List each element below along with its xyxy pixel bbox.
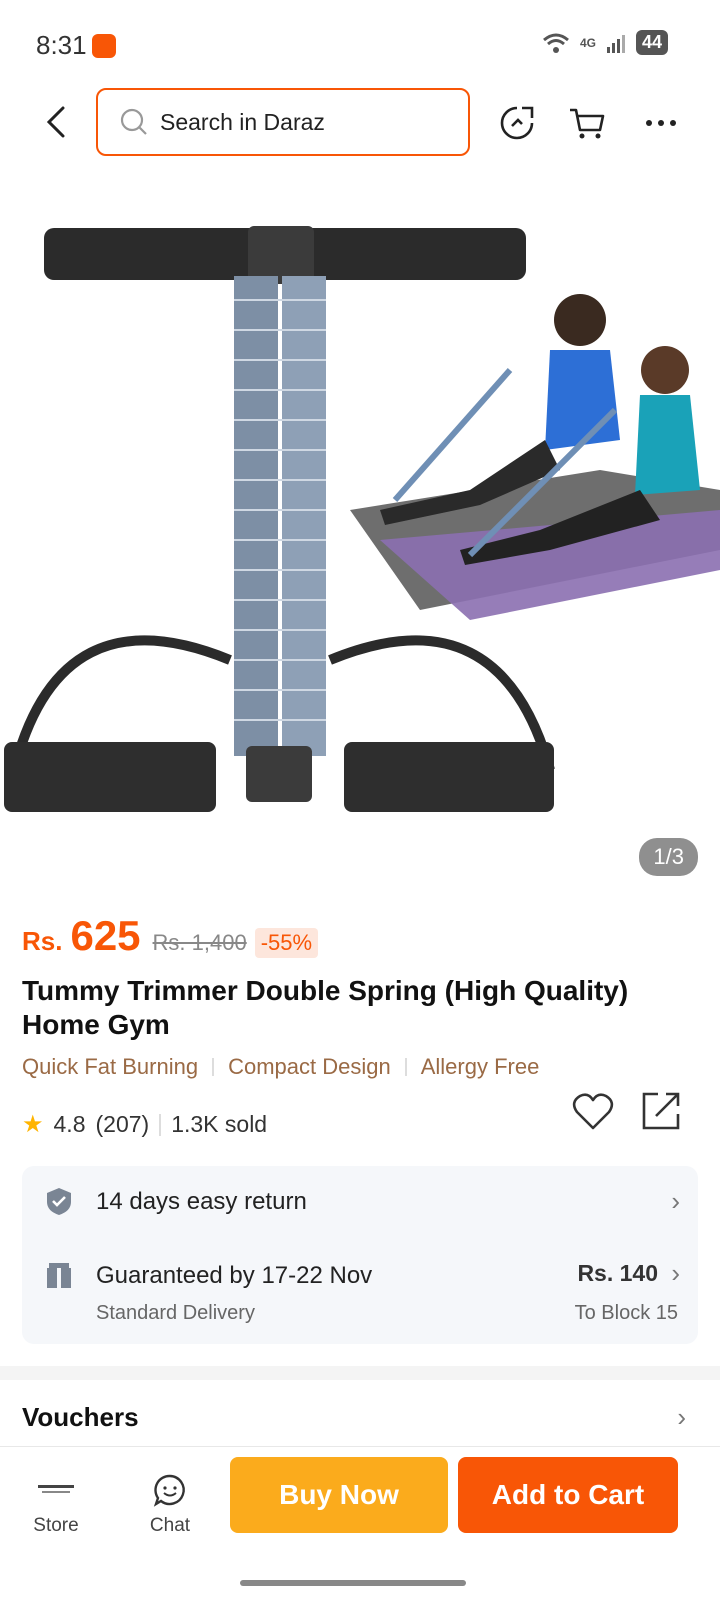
network-label: 4G (579, 35, 596, 50)
rating-value: 4.8 (53, 1111, 86, 1137)
review-count: (207) (95, 1111, 150, 1137)
signal-icon (606, 34, 625, 53)
heart-icon (572, 1093, 614, 1130)
tag-divider (404, 1058, 407, 1076)
product-tags: Quick Fat Burning Compact Design Allergy… (22, 1054, 539, 1080)
price-value: 625 (70, 912, 141, 959)
wifi-icon (542, 33, 569, 53)
add-to-cart-button[interactable]: Add to Cart (458, 1457, 678, 1533)
price-currency: Rs. (22, 926, 63, 956)
product-title: Tummy Trimmer Double Spring (High Qualit… (22, 975, 629, 1040)
price-row: Rs. 625 Rs. 1,400 -55% (22, 912, 319, 960)
home-indicator (240, 1580, 466, 1586)
delivery-date: Guaranteed by 17-22 Nov (96, 1262, 373, 1289)
tag-item: Allergy Free (420, 1054, 540, 1079)
rating-row[interactable]: ★ 4.8 (207) 1.3K sold (22, 1110, 267, 1139)
delivery-price: Rs. 140 (577, 1260, 658, 1286)
star-icon: ★ (22, 1111, 44, 1138)
chat-button[interactable]: Chat (130, 1471, 210, 1537)
back-button[interactable] (34, 100, 78, 144)
product-page: 8:31 4G 44 Search in Daraz 1/3 Rs. 625 R… (0, 0, 720, 1600)
section-divider (0, 1366, 720, 1380)
chevron-right-icon: › (671, 1258, 680, 1288)
status-time: 8:31 (36, 30, 87, 60)
refresh-share-icon (500, 106, 534, 140)
delivery-location: To Block 15 (574, 1302, 678, 1324)
store-label: Store (33, 1515, 79, 1536)
chevron-right-icon: › (671, 1186, 680, 1216)
tag-item: Quick Fat Burning (22, 1054, 199, 1079)
cart-button[interactable] (564, 100, 610, 146)
sold-count: 1.3K sold (171, 1111, 268, 1137)
more-button[interactable] (638, 100, 684, 146)
back-icon (46, 106, 65, 138)
more-icon (646, 120, 676, 126)
status-bar: 8:31 4G 44 (0, 0, 720, 86)
status-icons: 4G 44 (542, 30, 668, 55)
shield-check-icon (47, 1188, 71, 1215)
delivery-type: Standard Delivery (96, 1302, 255, 1324)
history-button[interactable] (494, 100, 540, 146)
product-image (4, 226, 720, 812)
original-price: Rs. 1,400 (152, 930, 247, 955)
service-card: 14 days easy return › Guaranteed by 17-2… (22, 1166, 698, 1344)
image-counter: 1/3 (639, 838, 698, 876)
vouchers-title[interactable]: Vouchers (22, 1402, 139, 1433)
delivery-box-icon (47, 1263, 71, 1288)
share-icon (642, 1092, 680, 1130)
delivery-row[interactable]: Guaranteed by 17-22 Nov Standard Deliver… (22, 1246, 698, 1344)
search-icon (120, 108, 147, 135)
chat-icon (153, 1474, 185, 1507)
share-button[interactable] (640, 1090, 686, 1136)
bottom-action-bar: Store Chat Buy Now Add to Cart (0, 1446, 720, 1600)
tag-divider (212, 1058, 215, 1076)
cart-icon (570, 108, 605, 139)
product-image-gallery[interactable]: 1/3 (0, 190, 720, 880)
divider (159, 1113, 162, 1136)
tag-item: Compact Design (228, 1054, 391, 1079)
battery-icon: 44 (635, 30, 668, 55)
search-input[interactable]: Search in Daraz (96, 88, 470, 156)
chat-label: Chat (149, 1515, 191, 1536)
app-notification-icon (92, 34, 116, 58)
chevron-right-icon[interactable]: › (677, 1402, 686, 1433)
top-header: Search in Daraz (0, 86, 720, 158)
store-logo-icon (38, 1485, 74, 1493)
return-text: 14 days easy return (96, 1188, 307, 1215)
return-policy-row[interactable]: 14 days easy return › (22, 1166, 698, 1240)
wishlist-button[interactable] (572, 1092, 618, 1138)
store-button[interactable]: Store (16, 1471, 96, 1537)
buy-now-button[interactable]: Buy Now (230, 1457, 448, 1533)
search-placeholder: Search in Daraz (160, 108, 325, 135)
discount-badge: -55% (254, 928, 319, 958)
